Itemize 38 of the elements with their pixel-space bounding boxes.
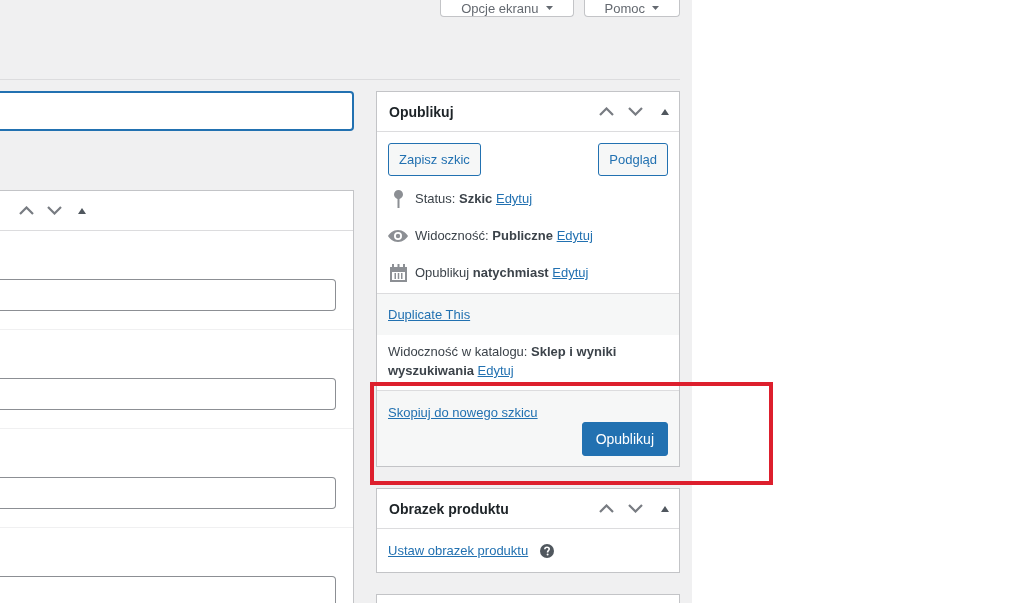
text-input-field[interactable]: [0, 279, 336, 311]
text-input-field[interactable]: [0, 378, 336, 410]
save-draft-button[interactable]: Zapisz szkic: [388, 143, 481, 176]
caret-icon: [545, 6, 553, 10]
edit-link[interactable]: Edytuj: [556, 228, 593, 243]
edit-link[interactable]: Edytuj: [552, 265, 589, 280]
publish-button[interactable]: Opublikuj: [581, 422, 668, 456]
edit-link[interactable]: Edytuj: [477, 363, 514, 378]
status-text: Widoczność: Publiczne Edytuj: [415, 227, 593, 245]
triangle-up-icon[interactable]: [660, 108, 669, 115]
chevron-up-icon[interactable]: [599, 504, 614, 513]
set-image-link[interactable]: Ustaw obrazek produktu: [388, 541, 529, 560]
text-input-field[interactable]: [0, 576, 336, 603]
text-input-field[interactable]: [0, 477, 336, 509]
chevron-up-icon[interactable]: [18, 206, 34, 215]
status-text: Status: Szkic Edytuj: [415, 190, 533, 208]
screen-tab-button[interactable]: Opcje ekranu: [440, 0, 574, 17]
title-input-field[interactable]: [0, 91, 354, 131]
pin-icon: [392, 189, 404, 208]
catalog-visibility-text: Widoczność w katalogu: Sklep i wyniki wyszukiwania Edytuj: [388, 344, 617, 378]
chevron-up-icon[interactable]: [599, 107, 614, 116]
eye-icon: [388, 229, 408, 242]
caret-icon: [652, 6, 659, 10]
status-text: Opublikuj natychmiast Edytuj: [415, 264, 589, 282]
chevron-down-icon[interactable]: [46, 206, 62, 215]
calendar-icon: [389, 263, 407, 282]
chevron-down-icon[interactable]: [628, 107, 643, 116]
help-icon[interactable]: [540, 543, 555, 558]
chevron-down-icon[interactable]: [628, 504, 643, 513]
copy-draft-link[interactable]: Skopiuj do nowego szkicu: [388, 405, 538, 420]
box-title: Opublikuj: [389, 103, 454, 120]
box-title: Obrazek produktu: [389, 500, 509, 517]
edit-link[interactable]: Edytuj: [495, 191, 533, 206]
screen-tab-button[interactable]: Pomoc: [583, 0, 680, 17]
preview-button[interactable]: Podgląd: [598, 143, 668, 176]
duplicate-link[interactable]: Duplicate This: [388, 305, 471, 324]
triangle-up-icon[interactable]: [660, 505, 669, 512]
triangle-up-icon[interactable]: [78, 207, 86, 214]
